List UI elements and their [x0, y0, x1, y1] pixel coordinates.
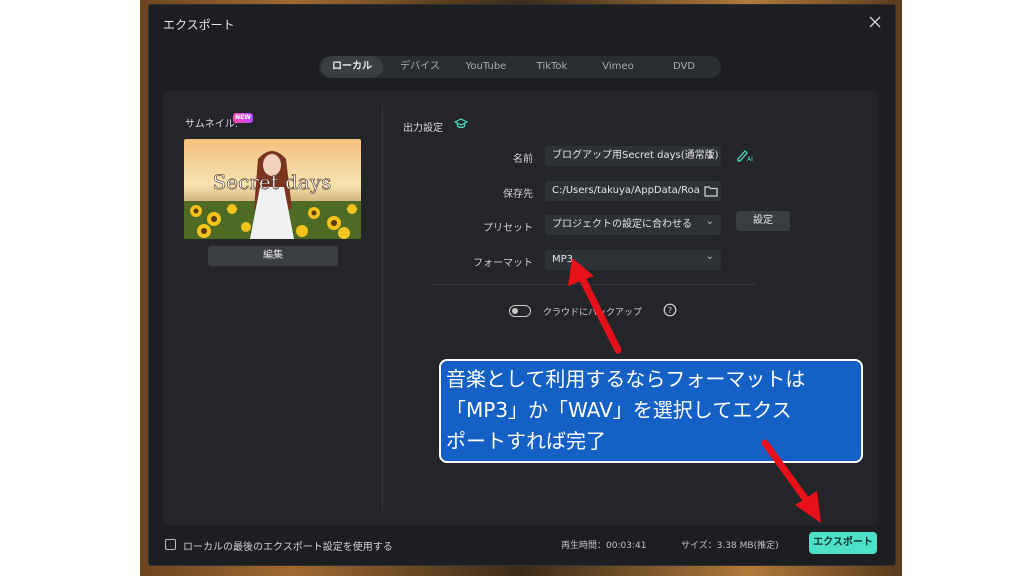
- thumbnail-label: サムネイル:: [185, 119, 239, 130]
- svg-text:AI: AI: [747, 156, 753, 162]
- annotation-text: 音楽として利用するならフォーマットは 「MP3」か「WAV」を選択してエクス ポ…: [446, 364, 860, 457]
- graduation-cap-icon[interactable]: [454, 118, 468, 130]
- save-location-field[interactable]: C:/Users/takuya/AppData/Roa: [545, 181, 721, 201]
- cloud-backup-label: クラウドにバックアップ: [543, 308, 643, 318]
- export-target-tabs: ローカル デバイス YouTube TikTok Vimeo DVD: [319, 56, 721, 78]
- cloud-backup-toggle[interactable]: [509, 305, 531, 317]
- new-badge: NEW: [233, 113, 253, 123]
- export-dialog: エクスポート ローカル デバイス YouTube TikTok Vimeo DV…: [148, 4, 896, 566]
- preset-label: プリセット: [483, 223, 533, 234]
- format-select[interactable]: MP3: [545, 250, 721, 270]
- settings-divider: [432, 284, 756, 285]
- close-icon[interactable]: [867, 14, 883, 30]
- svg-text:?: ?: [668, 306, 672, 315]
- duration-info: 再生時間：00:03:41: [561, 541, 647, 551]
- dialog-title: エクスポート: [163, 18, 235, 32]
- edit-thumbnail-button[interactable]: 編集: [208, 246, 338, 266]
- preset-select[interactable]: プロジェクトの設定に合わせる: [545, 215, 721, 235]
- tab-youtube[interactable]: YouTube: [453, 56, 519, 78]
- preset-settings-button[interactable]: 設定: [736, 211, 790, 231]
- save-location-value: C:/Users/takuya/AppData/Roa: [552, 185, 700, 196]
- ai-rename-icon[interactable]: AI: [736, 148, 754, 162]
- thumbnail-title-text: Secret days: [213, 170, 332, 194]
- name-field[interactable]: ブログアップ用Secret days(通常版) 1: [545, 146, 721, 166]
- format-value: MP3: [552, 254, 574, 265]
- annotation-line: ポートすれば完了: [446, 429, 606, 453]
- thumbnail-image: Secret days: [184, 139, 361, 239]
- help-icon[interactable]: ?: [663, 303, 677, 317]
- tab-tiktok[interactable]: TikTok: [519, 56, 585, 78]
- save-location-label: 保存先: [503, 189, 533, 200]
- output-settings-title: 出力設定: [403, 123, 443, 134]
- folder-icon[interactable]: [704, 185, 718, 197]
- tab-device[interactable]: デバイス: [387, 56, 453, 78]
- tab-dvd[interactable]: DVD: [651, 56, 717, 78]
- name-suffix: 1: [707, 150, 714, 161]
- column-divider: [382, 105, 383, 511]
- size-info: サイズ：3.38 MB(推定): [681, 541, 779, 551]
- tab-local[interactable]: ローカル: [321, 56, 383, 78]
- format-label: フォーマット: [473, 258, 533, 269]
- export-button[interactable]: エクスポート: [809, 532, 877, 554]
- preset-value: プロジェクトの設定に合わせる: [552, 219, 692, 230]
- tab-vimeo[interactable]: Vimeo: [585, 56, 651, 78]
- annotation-line: 「MP3」か「WAV」を選択してエクス: [446, 398, 792, 422]
- use-last-settings-label: ローカルの最後のエクスポート設定を使用する: [183, 542, 393, 553]
- name-label: 名前: [513, 154, 533, 165]
- use-last-settings-checkbox[interactable]: [165, 539, 176, 550]
- annotation-line: 音楽として利用するならフォーマットは: [446, 367, 806, 391]
- name-value: ブログアップ用Secret days(通常版): [552, 150, 719, 161]
